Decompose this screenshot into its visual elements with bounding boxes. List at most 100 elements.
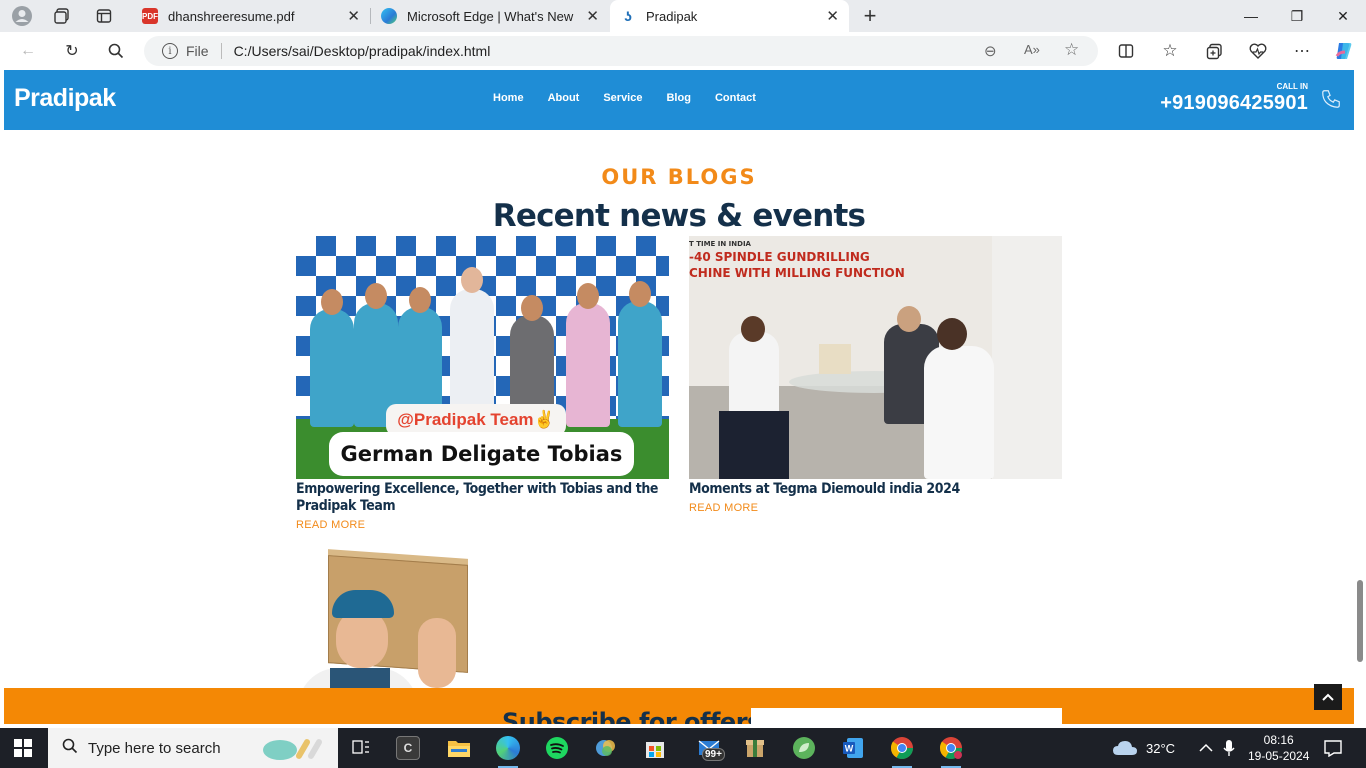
call-block: CALL IN +919096425901 [1160, 82, 1308, 115]
tab-actions-icon[interactable] [92, 4, 116, 28]
phone-number[interactable]: +919096425901 [1160, 92, 1308, 115]
blog-card[interactable]: T TIME IN INDIA -40 SPINDLE GUNDRILLING … [689, 236, 1062, 514]
task-view-icon[interactable] [347, 734, 375, 762]
spotify-icon[interactable] [543, 734, 571, 762]
restore-icon[interactable]: ❐ [1274, 0, 1320, 32]
address-toolbar: ← ↻ i File C:/Users/sai/Desktop/pradipak… [0, 32, 1366, 70]
tab-title: Microsoft Edge | What's New [407, 8, 574, 24]
main-menu: Home About Service Blog Contact [493, 92, 780, 104]
taskbar-clock[interactable]: 08:16 19-05-2024 [1248, 732, 1309, 764]
read-more-link[interactable]: READ MORE [296, 519, 669, 531]
store-icon[interactable] [641, 734, 669, 762]
photos-app-icon[interactable] [592, 734, 620, 762]
gift-box [819, 344, 851, 374]
scrollbar-thumb[interactable] [1357, 580, 1363, 662]
menu-item-service[interactable]: Service [603, 92, 642, 104]
mail-app-icon[interactable]: 99+ [690, 734, 728, 762]
close-tab-icon[interactable]: ✕ [347, 7, 360, 25]
show-hidden-icons-icon[interactable] [1199, 728, 1213, 768]
poster-line: -40 SPINDLE GUNDRILLING [689, 250, 870, 264]
back-icon[interactable]: ← [16, 39, 40, 63]
person-legs [719, 411, 789, 479]
clock-time: 08:16 [1263, 733, 1294, 747]
call-label: CALL IN [1276, 82, 1308, 91]
archive-app-icon[interactable] [741, 734, 769, 762]
edge-icon [381, 8, 397, 24]
blog-image-exhibition-photo[interactable]: T TIME IN INDIA -40 SPINDLE GUNDRILLING … [689, 236, 1062, 479]
person-figure [924, 346, 994, 479]
scroll-to-top-button[interactable] [1314, 684, 1342, 710]
tab-edge-whats-new[interactable]: Microsoft Edge | What's New ✕ [371, 0, 609, 32]
chrome-profile-icon[interactable] [937, 734, 965, 768]
read-aloud-icon[interactable]: A» [1024, 42, 1040, 57]
tab-pradipak[interactable]: ʖ Pradipak ✕ [610, 0, 849, 32]
browser-tab-bar: PDF dhanshreeresume.pdf ✕ Microsoft Edge… [0, 0, 1366, 32]
edge-taskbar-icon[interactable] [494, 734, 522, 768]
poster-line: T TIME IN INDIA [689, 240, 751, 248]
cortana-app-icon[interactable]: C [396, 736, 420, 760]
favorite-star-icon[interactable]: ☆ [1064, 40, 1079, 60]
person-head [629, 281, 651, 307]
blog-card[interactable]: @Pradipak Team✌ German Deligate Tobias E… [296, 236, 669, 531]
notifications-icon[interactable] [1324, 728, 1342, 768]
minimize-icon[interactable]: — [1228, 0, 1274, 32]
favorites-icon[interactable]: ☆ [1158, 39, 1182, 63]
blog-title[interactable]: Moments at Tegma Diemould india 2024 [689, 481, 1062, 498]
person-head [321, 289, 343, 315]
person-figure [310, 309, 354, 427]
green-leaf-app-icon[interactable] [790, 734, 818, 762]
site-logo[interactable]: Pradipak [14, 84, 116, 113]
address-bar[interactable]: i File C:/Users/sai/Desktop/pradipak/ind… [144, 36, 1098, 66]
weather-widget[interactable]: 32°C [1112, 728, 1175, 768]
url-text[interactable]: C:/Users/sai/Desktop/pradipak/index.html [234, 43, 491, 59]
browser-essentials-icon[interactable] [1246, 39, 1270, 63]
subscribe-section: Subscribe for offers [4, 688, 1354, 724]
copilot-icon[interactable] [1332, 39, 1356, 63]
close-tab-icon[interactable]: ✕ [586, 7, 599, 25]
person-head [741, 316, 765, 342]
tab-pdf[interactable]: PDF dhanshreeresume.pdf ✕ [132, 0, 370, 32]
profile-icon[interactable] [10, 4, 34, 28]
taskbar-search-box[interactable]: Type here to search [48, 728, 338, 768]
man-face [336, 610, 388, 668]
file-explorer-icon[interactable] [445, 734, 473, 762]
section-heading: Recent news & events [492, 198, 866, 234]
svg-text:W: W [845, 744, 854, 754]
search-icon[interactable] [104, 39, 128, 63]
page-scrollbar[interactable] [1354, 70, 1366, 724]
blog-title[interactable]: Empowering Excellence, Together with Tob… [296, 481, 669, 515]
person-figure [566, 303, 610, 427]
blog-image-team-photo[interactable]: @Pradipak Team✌ German Deligate Tobias [296, 236, 669, 479]
pdf-icon: PDF [142, 8, 158, 24]
more-menu-icon[interactable]: ⋯ [1290, 39, 1314, 63]
subscribe-email-input[interactable] [751, 708, 1062, 724]
close-tab-icon[interactable]: ✕ [826, 7, 839, 25]
man-arm [418, 618, 456, 688]
menu-item-home[interactable]: Home [493, 92, 524, 104]
search-highlight-icon [260, 736, 330, 762]
clock-date: 19-05-2024 [1248, 749, 1310, 763]
refresh-icon[interactable]: ↻ [60, 39, 84, 63]
man-cap [332, 590, 394, 618]
search-icon [62, 738, 78, 759]
phone-icon[interactable] [1320, 88, 1342, 110]
person-head [897, 306, 921, 332]
read-more-link[interactable]: READ MORE [689, 502, 1062, 514]
chrome-icon[interactable] [888, 734, 916, 768]
split-screen-icon[interactable] [1114, 39, 1138, 63]
windows-start-icon[interactable] [14, 739, 32, 757]
menu-item-about[interactable]: About [548, 92, 580, 104]
menu-item-blog[interactable]: Blog [666, 92, 690, 104]
new-tab-icon[interactable]: + [858, 3, 882, 28]
collections-icon[interactable] [1202, 39, 1226, 63]
info-icon[interactable]: i [162, 43, 178, 59]
menu-item-contact[interactable]: Contact [715, 92, 756, 104]
person-head [409, 287, 431, 313]
tab-title: Pradipak [646, 8, 698, 24]
mail-badge: 99+ [702, 748, 725, 761]
close-window-icon[interactable]: ✕ [1320, 0, 1366, 32]
microphone-icon[interactable] [1223, 728, 1235, 768]
word-icon[interactable]: W [839, 734, 867, 762]
zoom-out-icon[interactable]: ⊖ [984, 42, 997, 60]
workspaces-icon[interactable] [50, 4, 74, 28]
